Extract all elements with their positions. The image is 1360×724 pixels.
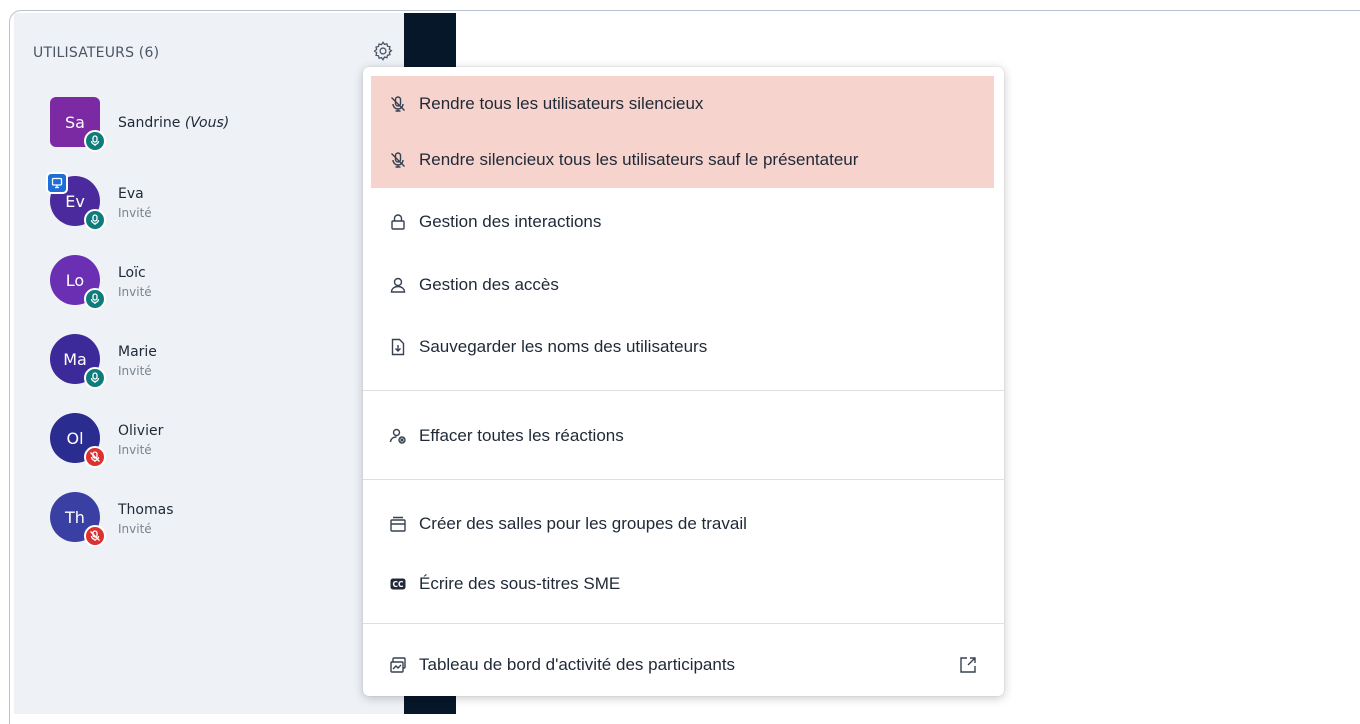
- user-role: Invité: [118, 206, 152, 220]
- users-panel-title: UTILISATEURS (6): [33, 45, 160, 61]
- menu-item-interaction-management[interactable]: Gestion des interactions: [371, 194, 994, 250]
- user-list-item[interactable]: Ma Marie Invité: [40, 334, 370, 390]
- muted-microphone-icon: [90, 451, 100, 462]
- menu-divider: [363, 390, 1004, 391]
- user-list-item[interactable]: Ol Olivier Invité: [40, 413, 370, 469]
- menu-item-write-captions[interactable]: CC Écrire des sous-titres SME: [371, 556, 994, 612]
- presenter-badge: [46, 172, 68, 194]
- menu-item-create-breakout-rooms[interactable]: Créer des salles pour les groupes de tra…: [371, 496, 994, 552]
- menu-item-save-user-names[interactable]: Sauvegarder les noms des utilisateurs: [371, 319, 994, 375]
- closed-captions-icon: CC: [389, 575, 407, 593]
- user-list-item[interactable]: Ev Eva Invité: [40, 172, 370, 232]
- user-name: Marie: [118, 344, 157, 360]
- microphone-icon: [90, 293, 100, 304]
- user-role: Invité: [118, 285, 152, 299]
- presentation-icon: [51, 177, 63, 189]
- user-options-menu: Rendre tous les utilisateurs silencieux …: [363, 67, 1004, 696]
- svg-text:CC: CC: [392, 580, 404, 589]
- clear-reactions-icon: [389, 427, 407, 445]
- user-icon: [389, 276, 407, 294]
- user-name: Olivier: [118, 423, 164, 439]
- mic-on-badge: [84, 367, 106, 389]
- menu-item-access-management[interactable]: Gestion des accès: [371, 257, 994, 313]
- menu-item-mute-all[interactable]: Rendre tous les utilisateurs silencieux: [371, 76, 994, 132]
- user-list-item[interactable]: Sa Sandrine (Vous): [40, 97, 370, 153]
- user-role: Invité: [118, 443, 152, 457]
- user-list-item[interactable]: Lo Loïc Invité: [40, 255, 370, 311]
- external-link-icon: [958, 655, 978, 675]
- rooms-icon: [389, 515, 407, 533]
- user-role: Invité: [118, 522, 152, 536]
- muted-microphone-icon: [90, 530, 100, 541]
- microphone-icon: [90, 214, 100, 225]
- menu-item-clear-reactions[interactable]: Effacer toutes les réactions: [371, 408, 994, 464]
- user-name: Thomas: [118, 502, 174, 518]
- user-list-item[interactable]: Th Thomas Invité: [40, 492, 370, 548]
- mic-on-badge: [84, 288, 106, 310]
- mic-muted-badge: [84, 446, 106, 468]
- menu-item-mute-all-except-presenter[interactable]: Rendre silencieux tous les utilisateurs …: [371, 132, 994, 188]
- lock-icon: [389, 213, 407, 231]
- download-file-icon: [389, 338, 407, 356]
- user-role: Invité: [118, 364, 152, 378]
- menu-item-activity-dashboard[interactable]: Tableau de bord d'activité des participa…: [371, 637, 994, 693]
- user-name: Eva: [118, 186, 144, 202]
- user-settings-button[interactable]: [372, 40, 394, 62]
- mic-on-badge: [84, 130, 106, 152]
- gear-icon: [373, 41, 393, 61]
- microphone-icon: [90, 372, 100, 383]
- mic-on-badge: [84, 209, 106, 231]
- menu-divider: [363, 623, 1004, 624]
- microphone-icon: [90, 135, 100, 146]
- dashboard-icon: [389, 656, 407, 674]
- mute-mic-icon: [389, 151, 407, 169]
- mic-muted-badge: [84, 525, 106, 547]
- mute-mic-icon: [389, 95, 407, 113]
- user-name: Sandrine (Vous): [118, 115, 230, 131]
- user-name: Loïc: [118, 265, 146, 281]
- menu-divider: [363, 479, 1004, 480]
